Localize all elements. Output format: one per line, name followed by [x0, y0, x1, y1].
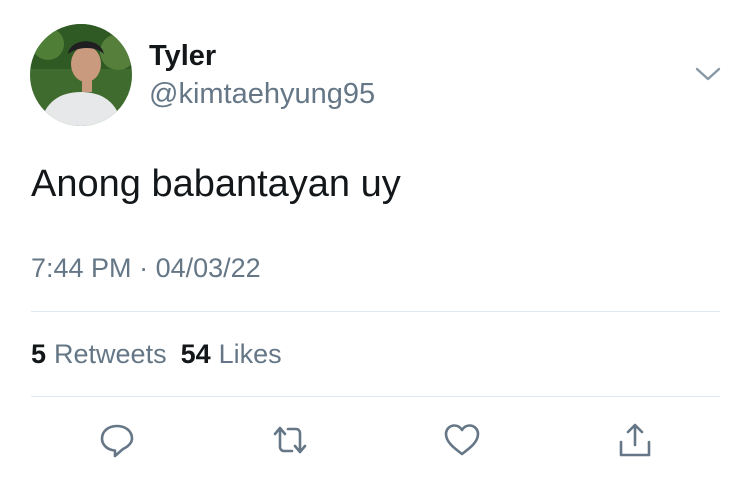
- likes-label: Likes: [218, 339, 282, 369]
- tweet-time: 7:44 PM: [31, 253, 132, 283]
- author-handle[interactable]: @kimtaehyung95: [149, 80, 375, 109]
- heart-icon[interactable]: [442, 420, 482, 460]
- retweets-label: Retweets: [54, 339, 167, 369]
- author-display-name[interactable]: Tyler: [149, 42, 216, 71]
- timestamp-separator: ·: [139, 253, 149, 283]
- avatar[interactable]: [30, 24, 132, 126]
- divider: [31, 396, 720, 397]
- tweet-timestamp[interactable]: 7:44 PM · 04/03/22: [31, 255, 261, 282]
- share-icon[interactable]: [615, 420, 655, 460]
- likes-count: 54: [180, 339, 211, 369]
- avatar-image: [30, 24, 132, 126]
- divider: [31, 311, 720, 312]
- tweet-date: 04/03/22: [155, 253, 261, 283]
- reply-icon[interactable]: [97, 420, 137, 460]
- tweet-text: Anong babantayan uy: [31, 163, 401, 205]
- tweet-stats: 5 Retweets 54 Likes: [31, 341, 282, 368]
- retweets-stat[interactable]: 5 Retweets: [31, 339, 167, 369]
- chevron-down-icon[interactable]: [694, 64, 722, 84]
- likes-stat[interactable]: 54 Likes: [181, 339, 282, 369]
- retweets-count: 5: [31, 339, 47, 369]
- retweet-icon[interactable]: [270, 420, 310, 460]
